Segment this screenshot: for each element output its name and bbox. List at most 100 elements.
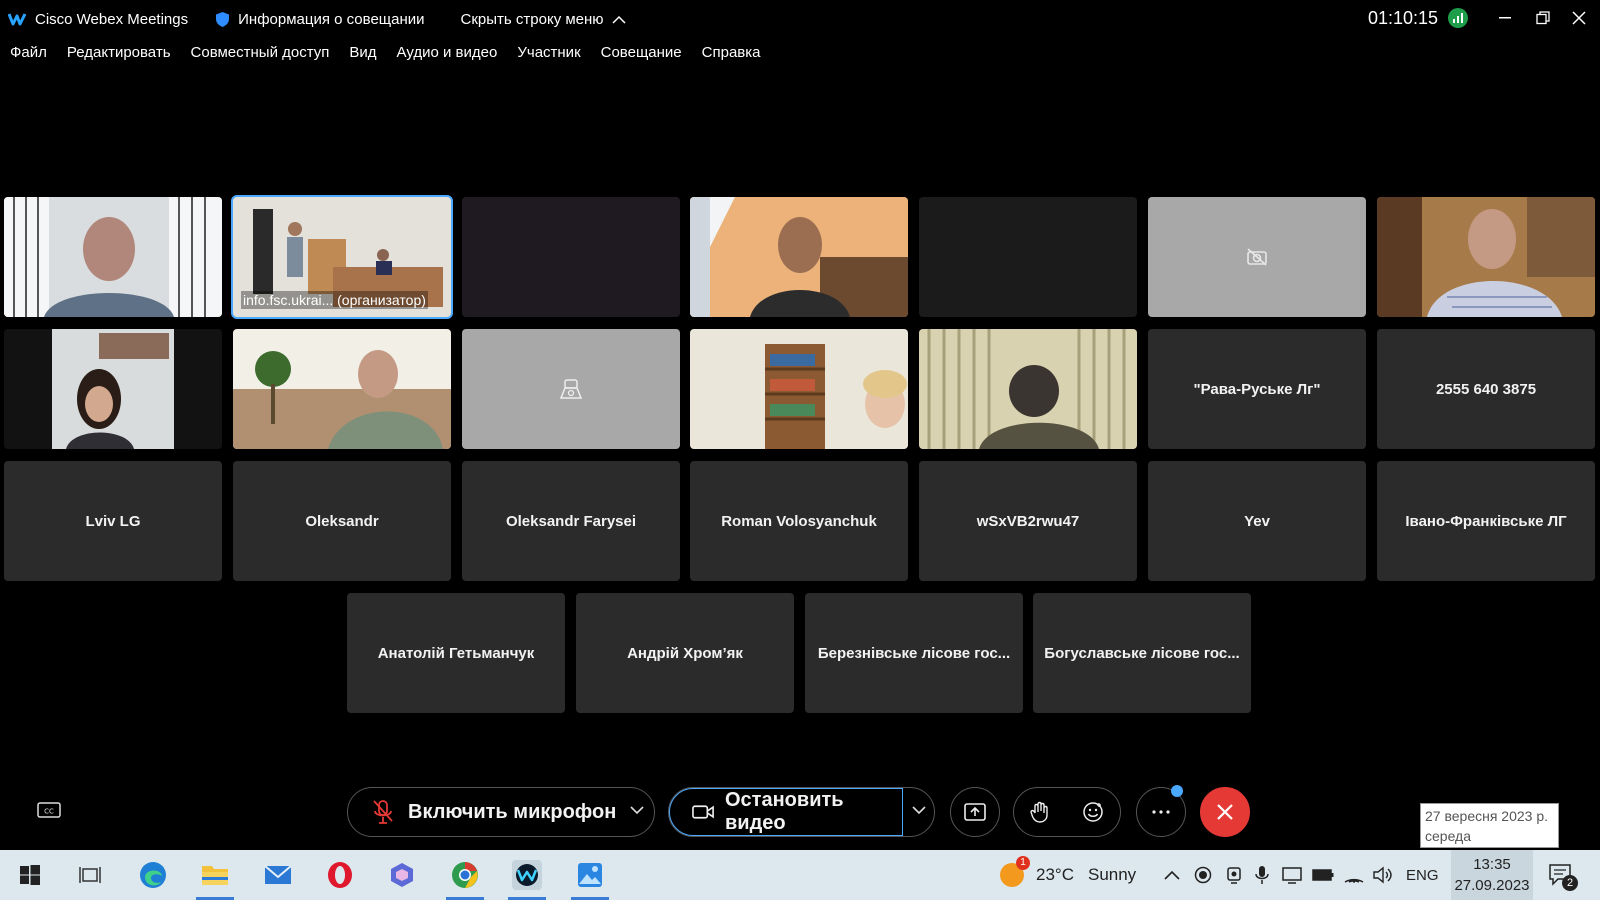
show-hidden-icons-button[interactable] [1164, 850, 1180, 900]
edge-browser-button[interactable] [138, 860, 168, 890]
participant-name-tile[interactable]: Lviv LG [4, 461, 222, 581]
captions-button[interactable]: CC [36, 800, 62, 822]
unmute-button[interactable]: Включить микрофон [348, 788, 616, 836]
opera-icon [328, 862, 352, 888]
menu-audio-video[interactable]: Аудио и видео [397, 44, 498, 68]
menu-edit[interactable]: Редактировать [67, 44, 171, 68]
camera-tray-button[interactable] [1226, 850, 1242, 900]
participant-name: Yev [1244, 512, 1270, 530]
raise-hand-button[interactable] [1030, 801, 1050, 823]
battery-icon [1312, 869, 1334, 881]
participant-name: Анатолій Гетьманчук [377, 644, 535, 662]
menu-file[interactable]: Файл [10, 44, 47, 68]
meeting-info-button[interactable]: Информация о совещании [216, 11, 425, 28]
participant-name-tile[interactable]: Березнівське лісове гос... [805, 593, 1023, 713]
windows-logo-icon [20, 865, 40, 885]
participant-name-tile[interactable]: Анатолій Гетьманчук [347, 593, 565, 713]
participant-name-tile[interactable]: Oleksandr Farysei [462, 461, 680, 581]
participant-video-tile[interactable] [1377, 197, 1595, 317]
copilot-button[interactable] [387, 860, 417, 890]
stop-video-label: Остановить видео [725, 789, 844, 834]
menu-meeting[interactable]: Совещание [601, 44, 682, 68]
network-stats-icon[interactable] [1448, 8, 1468, 28]
participant-name-tile[interactable]: "Рава-Руське Лг" [1148, 329, 1366, 449]
emoji-reaction-button[interactable] [1082, 801, 1104, 823]
participant-name: Oleksandr Farysei [505, 512, 637, 530]
participant-audio-only-tile[interactable] [462, 329, 680, 449]
mail-icon [264, 865, 292, 884]
chrome-button[interactable] [446, 860, 484, 900]
participant-video-tile[interactable] [233, 329, 451, 449]
tooltip-date: 27 вересня 2023 р. [1425, 808, 1549, 824]
participant-video-tile[interactable] [690, 197, 908, 317]
participant-video-tile-empty[interactable] [462, 197, 680, 317]
chevron-down-icon [630, 806, 644, 815]
raise-hand-icon [1030, 801, 1048, 823]
minimize-icon [1499, 17, 1511, 19]
restore-button[interactable] [1530, 6, 1556, 30]
date-tooltip: 27 вересня 2023 р. середа [1420, 803, 1559, 848]
leave-meeting-button[interactable] [1200, 787, 1250, 837]
notifications-button[interactable]: 2 [1548, 850, 1578, 900]
clock-button[interactable]: 13:35 27.09.2023 [1451, 850, 1533, 900]
mic-options-button[interactable] [630, 802, 644, 820]
participant-name-tile[interactable]: Андрій Хром’як [576, 593, 794, 713]
minimize-button[interactable] [1492, 6, 1518, 30]
battery-tray-button[interactable] [1312, 850, 1334, 900]
menu-bar: Файл Редактировать Совместный доступ Вид… [0, 44, 770, 68]
participant-video-tile-empty[interactable] [919, 197, 1137, 317]
file-explorer-button[interactable] [196, 860, 234, 900]
participant-name-tile[interactable]: Roman Volosyanchuk [690, 461, 908, 581]
opera-button[interactable] [325, 860, 355, 890]
participant-name-tile[interactable]: Богуславське лісове гос... [1033, 593, 1251, 713]
task-view-button[interactable] [75, 860, 105, 890]
start-button[interactable] [15, 860, 45, 890]
camera-icon [1227, 867, 1241, 884]
title-bar: Cisco Webex Meetings Информация о совеща… [0, 0, 1600, 38]
participant-name: Oleksandr [305, 512, 379, 530]
host-caption: info.fsc.ukrai... (организатор) [241, 291, 428, 309]
phone-icon [559, 379, 583, 399]
restore-icon [1536, 11, 1550, 25]
menu-view[interactable]: Вид [349, 44, 376, 68]
participant-name-tile[interactable]: Івано-Франківське ЛГ [1377, 461, 1595, 581]
webex-taskbar-button[interactable] [508, 860, 546, 900]
menu-share[interactable]: Совместный доступ [191, 44, 330, 68]
more-options-button[interactable] [1136, 785, 1186, 837]
webex-icon [516, 864, 538, 886]
participant-name-tile[interactable]: Oleksandr [233, 461, 451, 581]
stop-video-button[interactable]: Остановить видео [669, 788, 903, 836]
more-dots-icon [1152, 810, 1170, 814]
video-options-button[interactable] [912, 802, 926, 820]
wifi-icon [1344, 878, 1364, 883]
hide-menu-button[interactable]: Скрыть строку меню [461, 11, 626, 28]
wifi-tray-button[interactable] [1344, 850, 1364, 900]
participant-video-tile[interactable] [919, 329, 1137, 449]
photos-button[interactable] [571, 860, 609, 900]
record-tray-button[interactable] [1194, 850, 1212, 900]
folder-icon [202, 866, 228, 885]
participant-name: Івано-Франківське ЛГ [1405, 512, 1567, 530]
participant-name-tile[interactable]: wSxVB2rwu47 [919, 461, 1137, 581]
participant-name-tile[interactable]: Yev [1148, 461, 1366, 581]
participant-video-tile[interactable] [4, 329, 222, 449]
display-tray-button[interactable] [1282, 850, 1302, 900]
participant-video-tile[interactable] [4, 197, 222, 317]
host-video-tile[interactable]: info.fsc.ukrai... (организатор) [231, 195, 453, 319]
participant-video-off-tile[interactable] [1148, 197, 1366, 317]
weather-widget[interactable]: 1 23°C Sunny [1000, 850, 1136, 900]
volume-tray-button[interactable] [1372, 850, 1392, 900]
participant-video [919, 329, 1137, 449]
menu-help[interactable]: Справка [702, 44, 761, 68]
mail-button[interactable] [263, 860, 293, 890]
share-button[interactable] [950, 787, 1000, 837]
participant-video-tile[interactable] [690, 329, 908, 449]
participant-video [233, 329, 451, 449]
participant-name-tile[interactable]: 2555 640 3875 [1377, 329, 1595, 449]
microphone-tray-button[interactable] [1255, 850, 1269, 900]
hide-menu-label: Скрыть строку меню [460, 10, 604, 28]
language-indicator[interactable]: ENG [1406, 850, 1439, 900]
menu-participant[interactable]: Участник [517, 44, 580, 68]
close-window-button[interactable] [1566, 6, 1592, 30]
notification-dot [1171, 785, 1183, 797]
